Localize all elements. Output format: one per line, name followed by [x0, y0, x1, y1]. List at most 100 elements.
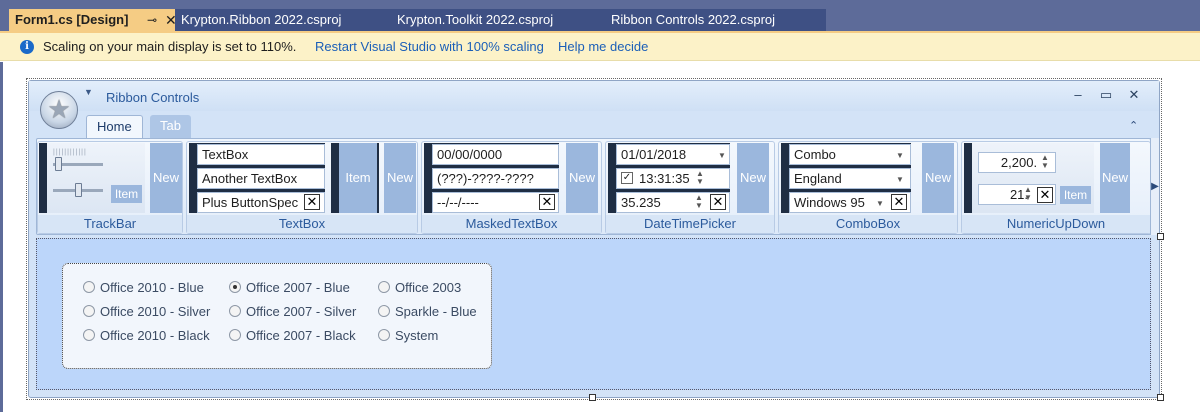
tab-krypton-ribbon[interactable]: Krypton.Ribbon 2022.csproj: [175, 9, 391, 31]
spin-arrows-icon[interactable]: ▲ ▼: [1024, 186, 1032, 202]
datetime-new-button[interactable]: New: [737, 143, 769, 213]
time-checkbox[interactable]: ✓: [621, 172, 633, 184]
combo-new-button[interactable]: New: [922, 143, 954, 213]
scroll-right-icon[interactable]: ▶: [1150, 138, 1159, 235]
group-combobox: Combo ▼ England ▼ Windows 95 ▼ ✕ New Com…: [778, 141, 958, 234]
tab-label: Krypton.Ribbon 2022.csproj: [181, 12, 342, 27]
spin-arrows-icon[interactable]: ▲ ▼: [695, 194, 703, 210]
pin-icon[interactable]: ⊸: [147, 9, 157, 31]
clear-x-icon[interactable]: ✕: [891, 194, 907, 210]
infobar-message: Scaling on your main display is set to 1…: [43, 39, 297, 54]
group-maskedtextbox: 00/00/0000 (???)-????-???? --/--/---- ✕ …: [421, 141, 602, 234]
clear-x-icon[interactable]: ✕: [1037, 187, 1053, 203]
radio-dot: [229, 305, 241, 317]
time-picker-field[interactable]: 13:31:35: [616, 168, 730, 189]
radio-office-2007-silver[interactable]: Office 2007 - Silver: [229, 304, 356, 322]
window-close-icon[interactable]: ✕: [1126, 87, 1142, 103]
surface-edge: [0, 62, 3, 412]
spin-arrows-icon[interactable]: ▲ ▼: [1041, 154, 1049, 170]
radio-dot: [83, 281, 95, 293]
radio-label: Office 2007 - Silver: [246, 304, 357, 319]
tab-label: Form1.cs [Design]: [15, 12, 129, 27]
radio-label: Office 2010 - Black: [100, 328, 210, 343]
form-titlebar: ▼ Ribbon Controls – ▭ ✕: [29, 81, 1159, 111]
radio-dot: [378, 305, 390, 317]
tab-tab[interactable]: Tab: [150, 115, 191, 139]
combo-field[interactable]: Combo: [789, 144, 911, 165]
help-me-decide-link[interactable]: Help me decide: [558, 39, 648, 54]
tab-label: Krypton.Toolkit 2022.csproj: [397, 12, 554, 27]
another-textbox-field[interactable]: Another TextBox: [197, 168, 325, 189]
radio-label: Office 2007 - Black: [246, 328, 356, 343]
spin-arrows-icon[interactable]: ▲ ▼: [696, 170, 704, 186]
trackbar-panel: |||||||||||| Item: [47, 143, 145, 213]
group-label-trackbar: TrackBar: [38, 215, 182, 233]
textbox-item-button[interactable]: Item: [339, 143, 377, 213]
trackbar-new-button[interactable]: New: [150, 143, 182, 213]
trackbar-top-thumb[interactable]: [55, 157, 62, 171]
application-orb[interactable]: ★: [40, 91, 78, 129]
radio-office-2007-black[interactable]: Office 2007 - Black: [229, 328, 356, 346]
radio-system[interactable]: System: [378, 328, 438, 346]
radio-dot: [378, 281, 390, 293]
ribbon-tab-strip: Home Tab ⌃: [29, 111, 1159, 139]
radio-office-2010-blue[interactable]: Office 2010 - Blue: [83, 280, 204, 298]
group-label-numericupdown: NumericUpDown: [962, 215, 1150, 233]
dropdown-arrow-icon[interactable]: ▼: [896, 151, 904, 160]
radio-office-2007-blue[interactable]: Office 2007 - Blue: [229, 280, 350, 298]
tab-label: Ribbon Controls 2022.csproj: [611, 12, 776, 27]
dropdown-arrow-icon[interactable]: ▼: [896, 175, 904, 184]
minimize-icon[interactable]: –: [1070, 87, 1086, 102]
group-trackbar: |||||||||||| Item New TrackBar: [37, 141, 183, 234]
numeric-new-button[interactable]: New: [1100, 143, 1130, 213]
masked-phone-field[interactable]: (???)-????-????: [432, 168, 559, 189]
group-label-textbox: TextBox: [187, 215, 417, 233]
country-combo-field[interactable]: England: [789, 168, 911, 189]
group-textbox: TextBox Another TextBox Plus ButtonSpec …: [186, 141, 418, 234]
resize-handle-corner[interactable]: [1157, 394, 1164, 401]
radio-office-2010-silver[interactable]: Office 2010 - Silver: [83, 304, 210, 322]
numeric-item-button[interactable]: Item: [1060, 186, 1091, 204]
radio-label: Sparkle - Blue: [395, 304, 477, 319]
radio-dot-selected: [229, 281, 241, 293]
radio-label: System: [395, 328, 439, 343]
radio-label: Office 2003: [395, 280, 462, 295]
textbox-new-button[interactable]: New: [384, 143, 416, 213]
ribbon-form[interactable]: ▼ Ribbon Controls – ▭ ✕ ★ Home Tab ⌃ |||…: [28, 80, 1160, 398]
tab-home[interactable]: Home: [86, 115, 143, 139]
radio-sparkle-blue[interactable]: Sparkle - Blue: [378, 304, 477, 322]
radio-dot: [83, 305, 95, 317]
date-picker-field[interactable]: 01/01/2018: [616, 144, 730, 165]
radio-dot: [229, 329, 241, 341]
dropdown-arrow-icon[interactable]: ▼: [718, 151, 726, 160]
radio-label: Office 2007 - Blue: [246, 280, 350, 295]
clear-x-icon[interactable]: ✕: [710, 194, 726, 210]
trackbar-item-button[interactable]: Item: [111, 185, 142, 203]
tab-krypton-toolkit[interactable]: Krypton.Toolkit 2022.csproj: [391, 9, 605, 31]
radio-label: Office 2010 - Silver: [100, 304, 211, 319]
radio-label: Office 2010 - Blue: [100, 280, 204, 295]
resize-handle-bottom[interactable]: [589, 394, 596, 401]
radio-office-2010-black[interactable]: Office 2010 - Black: [83, 328, 210, 346]
tab-ribbon-controls[interactable]: Ribbon Controls 2022.csproj: [605, 9, 826, 31]
scaling-infobar: i Scaling on your main display is set to…: [0, 33, 1200, 61]
collapse-ribbon-icon[interactable]: ⌃: [1129, 119, 1138, 132]
restart-link[interactable]: Restart Visual Studio with 100% scaling: [315, 39, 544, 54]
maximize-icon[interactable]: ▭: [1098, 87, 1114, 103]
radio-office-2003[interactable]: Office 2003: [378, 280, 461, 298]
tab-form1-design[interactable]: Form1.cs [Design] ⊸ ✕: [9, 9, 177, 31]
masked-new-button[interactable]: New: [566, 143, 598, 213]
group-label-maskedtextbox: MaskedTextBox: [422, 215, 601, 233]
resize-handle-right[interactable]: [1157, 233, 1164, 240]
trackbar-bottom-thumb[interactable]: [75, 183, 82, 197]
textbox-field[interactable]: TextBox: [197, 144, 325, 165]
orb-star-icon: ★: [47, 94, 71, 124]
clear-x-icon[interactable]: ✕: [304, 194, 320, 210]
masked-date-field[interactable]: 00/00/0000: [432, 144, 559, 165]
clear-x-icon[interactable]: ✕: [539, 194, 555, 210]
quick-access-dropdown-icon[interactable]: ▼: [84, 87, 93, 97]
document-tab-bar: Form1.cs [Design] ⊸ ✕ Krypton.Ribbon 202…: [0, 0, 1200, 32]
dropdown-arrow-icon[interactable]: ▼: [876, 199, 884, 208]
group-datetimepicker: 01/01/2018 ▼ 13:31:35 ✓ ▲ ▼ 35.235 ▲ ▼ ✕ N…: [605, 141, 775, 234]
client-area: Office 2010 - Blue Office 2010 - Silver …: [36, 238, 1151, 390]
